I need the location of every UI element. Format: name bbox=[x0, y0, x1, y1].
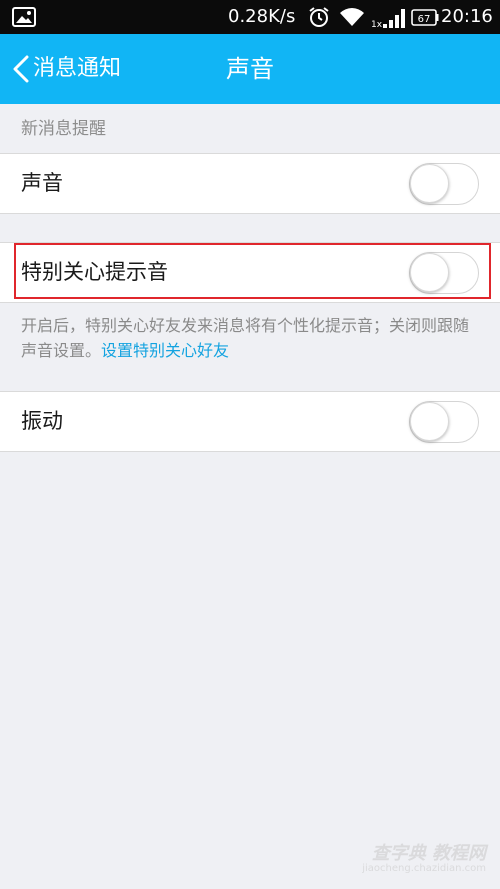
back-label: 消息通知 bbox=[33, 56, 122, 81]
title-bar: 声音 消息通知 bbox=[0, 34, 500, 104]
toggle-knob bbox=[410, 253, 449, 292]
sound-row: 声音 bbox=[0, 153, 500, 214]
signal-type-label: 1x bbox=[371, 20, 383, 29]
description-text: 开启后，特别关心好友发来消息将有个性化提示音；关闭则跟随声音设置。 bbox=[21, 316, 470, 360]
battery-icon: 67 bbox=[411, 9, 439, 26]
battery-level: 67 bbox=[418, 14, 431, 25]
toggle-knob bbox=[410, 402, 449, 441]
vibrate-label: 振动 bbox=[21, 409, 63, 433]
toggle-knob bbox=[410, 164, 449, 203]
gallery-icon bbox=[12, 7, 36, 27]
special-care-tone-toggle[interactable] bbox=[409, 252, 479, 294]
description: 开启后，特别关心好友发来消息将有个性化提示音；关闭则跟随声音设置。设置特别关心好… bbox=[21, 313, 483, 363]
sound-label: 声音 bbox=[21, 171, 63, 195]
back-button[interactable]: 消息通知 bbox=[10, 34, 150, 104]
alarm-icon bbox=[309, 7, 329, 27]
status-bar: 0.28K/s 1x 67 20:16 bbox=[0, 0, 500, 34]
watermark-sub: jiaocheng.chazidian.com bbox=[362, 863, 486, 874]
screen: 0.28K/s 1x 67 20:16 声音 消息通知 新消息提醒 声音 特别关… bbox=[0, 0, 500, 889]
signal-icon: 1x bbox=[371, 9, 405, 29]
sound-toggle[interactable] bbox=[409, 163, 479, 205]
clock: 20:16 bbox=[441, 6, 493, 27]
watermark-main: 查字典 教程网 bbox=[371, 843, 486, 864]
section-header: 新消息提醒 bbox=[21, 119, 106, 139]
chevron-left-icon bbox=[13, 55, 29, 83]
special-care-friends-link[interactable]: 设置特别关心好友 bbox=[101, 341, 229, 360]
vibrate-toggle[interactable] bbox=[409, 401, 479, 443]
wifi-icon bbox=[340, 8, 364, 26]
net-speed: 0.28K/s bbox=[228, 6, 296, 27]
watermark: 查字典 教程网 jiaocheng.chazidian.com bbox=[336, 839, 486, 881]
special-care-tone-label: 特别关心提示音 bbox=[21, 260, 168, 284]
vibrate-row: 振动 bbox=[0, 391, 500, 452]
special-care-tone-row: 特别关心提示音 bbox=[0, 242, 500, 303]
